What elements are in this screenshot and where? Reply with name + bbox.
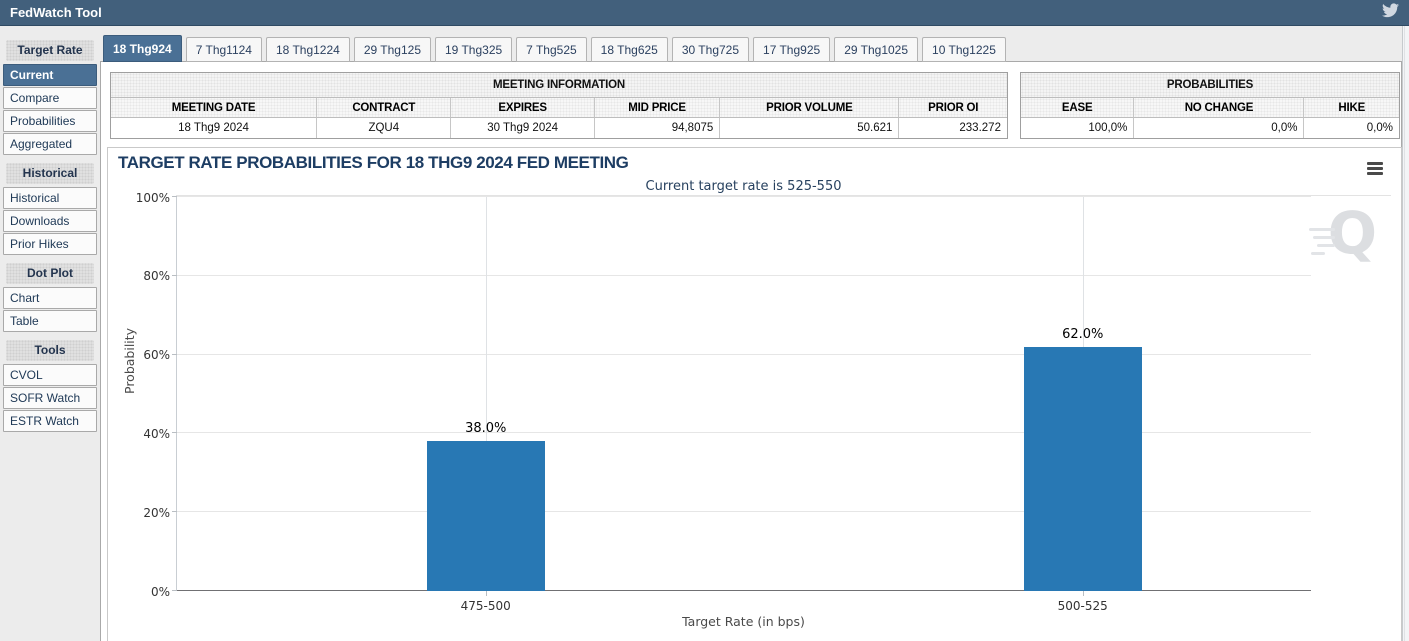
cell-value-expires: 30 Thg9 2024 [451, 118, 595, 138]
column-header-mid-price: MID PRICE [594, 98, 721, 118]
plot-area: 0% 20% 40% 60% 80% 100% 38.0% 475-500 62.0% 500-5… [136, 191, 1311, 613]
hamburger-menu-icon[interactable] [1367, 162, 1383, 177]
y-tick-mark [172, 590, 177, 591]
vertical-scrollbar[interactable] [1402, 26, 1409, 641]
meeting-tabs: 18 Thg924 7 Thg1124 18 Thg1224 29 Thg125 19 … [103, 35, 1006, 62]
x-tick-label: 500-525 [1057, 599, 1108, 613]
sidebar-section-header-target-rate: Target Rate [6, 40, 94, 61]
gridline [177, 274, 1311, 276]
column-header-hike: HIKE [1304, 98, 1399, 118]
chart-subtitle: Current target rate is 525-550 [645, 179, 842, 194]
gridline [177, 196, 1311, 197]
table-row: 18 Thg9 2024 ZQU4 30 Thg9 2024 94,8075 50.62… [111, 118, 1007, 138]
cell-value-meeting-date: 18 Thg9 2024 [111, 118, 318, 138]
sidebar-item-aggregated[interactable]: Aggregated [3, 133, 97, 155]
tab-7-thg1124[interactable]: 7 Thg1124 [185, 37, 262, 62]
sidebar-item-estr-watch[interactable]: ESTR Watch [3, 410, 97, 432]
column-header-no-change: NO CHANGE [1134, 98, 1305, 118]
probabilities-table: PROBABILITIES EASE NO CHANGE HIKE 100,0% 0,0%… [1020, 72, 1400, 139]
bar-value-label: 62.0% [1062, 326, 1104, 342]
column-header-meeting-date: MEETING DATE [111, 98, 318, 118]
sidebar-item-downloads[interactable]: Downloads [3, 210, 97, 232]
tab-19-thg325[interactable]: 19 Thg325 [435, 37, 513, 62]
tab-17-thg925[interactable]: 17 Thg925 [753, 37, 831, 62]
table-row: EASE NO CHANGE HIKE [1021, 98, 1399, 118]
column-header-prior-oi: PRIOR OI [899, 98, 1007, 118]
y-tick-label: 20% [143, 505, 170, 520]
sidebar-item-compare[interactable]: Compare [3, 87, 97, 109]
y-tick-label: 0% [150, 584, 170, 599]
sidebar-section-header-dot-plot: Dot Plot [6, 263, 94, 284]
y-tick-mark [172, 353, 177, 355]
sidebar-item-sofr-watch[interactable]: SOFR Watch [3, 387, 97, 409]
cell-value-contract: ZQU4 [317, 118, 452, 138]
cell-value-prior-oi: 233.272 [959, 122, 1001, 134]
cell-value-mid-price: 94,8075 [595, 118, 721, 138]
tab-29-thg125[interactable]: 29 Thg125 [353, 37, 431, 62]
x-tick-mark [1082, 591, 1084, 596]
x-tick-label: 475-500 [460, 599, 511, 613]
cell-value-hike: 0,0% [1366, 122, 1393, 134]
table-title: MEETING INFORMATION [111, 73, 1007, 98]
tab-30-thg725[interactable]: 30 Thg725 [671, 37, 750, 62]
y-tick-mark [172, 196, 177, 197]
y-tick-label: 40% [143, 426, 170, 441]
sidebar-item-historical[interactable]: Historical [3, 187, 97, 209]
twitter-icon[interactable] [1382, 2, 1399, 23]
sidebar-section-header-tools: Tools [6, 340, 94, 361]
top-bar: FedWatch Tool [0, 0, 1409, 26]
bar-value-label: 38.0% [465, 421, 507, 437]
sidebar-item-probabilities[interactable]: Probabilities [3, 110, 97, 132]
x-tick-mark [485, 591, 487, 596]
sidebar: Target Rate Current Compare Probabilities Ag… [3, 32, 97, 433]
tab-18-thg625[interactable]: 18 Thg625 [590, 37, 668, 62]
tab-29-thg1025[interactable]: 29 Thg1025 [834, 37, 919, 62]
table-title: PROBABILITIES [1021, 73, 1399, 98]
bar-475-500[interactable] [426, 441, 545, 591]
tab-10-thg1225[interactable]: 10 Thg1225 [922, 37, 1006, 62]
column-header-ease: EASE [1021, 98, 1135, 118]
y-tick-label: 100% [135, 190, 170, 205]
column-header-expires: EXPIRES [451, 98, 595, 118]
meeting-information-table: MEETING INFORMATION MEETING DATE CONTRACT E… [110, 72, 1008, 139]
x-axis-label: Target Rate (in bps) [682, 614, 805, 629]
y-tick-mark [172, 432, 177, 434]
table-row: 100,0% 0,0% 0,0% [1021, 118, 1399, 138]
chart-title: TARGET RATE PROBABILITIES FOR 18 THG9 20… [118, 153, 629, 172]
bar-500-525[interactable] [1023, 346, 1142, 591]
cell-value-no-change: 0,0% [1134, 118, 1305, 138]
column-header-contract: CONTRACT [317, 98, 452, 118]
sidebar-section-header-historical: Historical [6, 163, 94, 184]
sidebar-item-current[interactable]: Current [3, 64, 97, 86]
app-title: FedWatch Tool [10, 5, 102, 20]
sidebar-item-chart[interactable]: Chart [3, 287, 97, 309]
quikstrike-q-watermark: Q [1309, 200, 1379, 274]
y-tick-label: 80% [143, 269, 170, 284]
y-tick-label: 60% [143, 348, 170, 363]
sidebar-item-prior-hikes[interactable]: Prior Hikes [3, 233, 97, 255]
sidebar-item-table[interactable]: Table [3, 310, 97, 332]
y-axis-label: Probability [122, 327, 137, 394]
y-tick-mark [172, 511, 177, 513]
cell-value-prior-volume: 50.621 [720, 118, 900, 138]
y-tick-mark [172, 274, 177, 276]
tab-18-thg1224[interactable]: 18 Thg1224 [265, 37, 350, 62]
tab-7-thg525[interactable]: 7 Thg525 [516, 37, 587, 62]
tab-18-thg924[interactable]: 18 Thg924 [103, 35, 182, 62]
cell-value-ease: 100,0% [1021, 118, 1135, 138]
table-row: MEETING DATE CONTRACT EXPIRES MID PRICE PRIO… [111, 98, 1007, 118]
chart-panel: TARGET RATE PROBABILITIES FOR 18 THG9 20… [107, 147, 1402, 641]
sidebar-item-cvol[interactable]: CVOL [3, 364, 97, 386]
column-header-prior-volume: PRIOR VOLUME [720, 98, 900, 118]
